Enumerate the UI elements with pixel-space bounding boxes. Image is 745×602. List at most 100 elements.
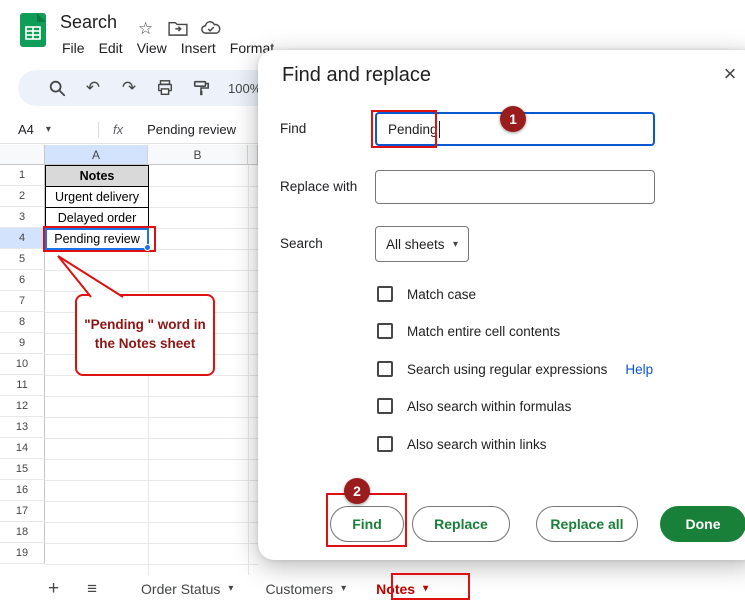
sheets-logo-icon[interactable] [20, 13, 46, 47]
option-row: Match case [377, 284, 476, 304]
row-header-3[interactable]: 3 [0, 207, 45, 228]
done-button[interactable]: Done [660, 506, 745, 542]
search-links-label: Also search within links [407, 436, 547, 452]
search-formulas-checkbox[interactable] [377, 398, 393, 414]
row-header-18[interactable]: 18 [0, 522, 45, 543]
option-row: Also search within formulas [377, 396, 571, 416]
row-header-9[interactable]: 9 [0, 333, 45, 354]
print-icon[interactable] [156, 79, 174, 97]
replace-input[interactable] [375, 170, 655, 204]
row-header-16[interactable]: 16 [0, 480, 45, 501]
option-row: Also search within links [377, 434, 547, 454]
gridline [45, 480, 258, 481]
cell-A1[interactable]: Notes [45, 165, 149, 187]
match-entire-cell-checkbox[interactable] [377, 323, 393, 339]
menu-insert[interactable]: Insert [181, 40, 216, 56]
gridline [45, 459, 258, 460]
annotation-box-find-button [326, 493, 407, 547]
tab-dropdown-icon: ▾ [228, 583, 234, 594]
menu-edit[interactable]: Edit [99, 40, 123, 56]
name-box[interactable]: A4 ▾ [0, 122, 98, 137]
match-case-checkbox[interactable] [377, 286, 393, 302]
tab-label: Order Status [141, 580, 221, 597]
fill-handle[interactable] [144, 244, 151, 251]
tab-dropdown-icon: ▾ [341, 583, 347, 594]
name-box-value: A4 [18, 122, 34, 137]
callout-line-1: "Pending " word in [84, 317, 206, 333]
annotation-box-notes-tab [391, 573, 470, 600]
row-header-1[interactable]: 1 [0, 165, 45, 186]
gridline [45, 417, 258, 418]
select-all-corner[interactable] [0, 145, 45, 165]
column-header-partial[interactable] [248, 145, 258, 165]
option-row: Match entire cell contents [377, 321, 560, 341]
match-case-label: Match case [407, 286, 477, 302]
replace-all-button[interactable]: Replace all [536, 506, 638, 542]
replace-label: Replace with [280, 179, 358, 194]
search-scope-dropdown[interactable]: All sheets ▾ [375, 226, 469, 262]
regex-checkbox[interactable] [377, 361, 393, 377]
gridline [45, 291, 258, 292]
row-header-10[interactable]: 10 [0, 354, 45, 375]
add-sheet-button[interactable]: + [48, 578, 59, 600]
row-header-17[interactable]: 17 [0, 501, 45, 522]
move-folder-icon[interactable] [168, 20, 188, 36]
cloud-status-icon[interactable] [200, 20, 222, 37]
gridline [248, 165, 249, 575]
row-header-15[interactable]: 15 [0, 459, 45, 480]
chevron-down-icon: ▾ [452, 238, 458, 250]
row-header-13[interactable]: 13 [0, 417, 45, 438]
row-header-19[interactable]: 19 [0, 543, 45, 564]
replace-button[interactable]: Replace [412, 506, 510, 542]
gridline [45, 501, 258, 502]
regex-label: Search using regular expressions [407, 361, 608, 377]
menu-view[interactable]: View [137, 40, 167, 56]
row-header-8[interactable]: 8 [0, 312, 45, 333]
all-sheets-menu-icon[interactable]: ≡ [87, 579, 97, 599]
gridline [45, 564, 258, 565]
row-header-14[interactable]: 14 [0, 438, 45, 459]
paint-format-icon[interactable] [192, 79, 210, 97]
row-header-11[interactable]: 11 [0, 375, 45, 396]
column-header-B[interactable]: B [148, 145, 248, 165]
annotation-callout: "Pending " word in the Notes sheet [75, 294, 215, 376]
sheet-tab-customers[interactable]: Customers ▾ [265, 581, 346, 597]
sheet-tab-order-status[interactable]: Order Status ▾ [141, 581, 233, 597]
annotation-box-cell-a4 [43, 226, 156, 252]
sheet-tab-bar: + ≡ Order Status ▾ Customers ▾ Notes ▾ [0, 575, 745, 602]
gridline [45, 438, 258, 439]
search-formulas-label: Also search within formulas [407, 398, 572, 414]
menu-file[interactable]: File [62, 40, 85, 56]
annotation-badge-2: 2 [344, 478, 370, 504]
row-header-6[interactable]: 6 [0, 270, 45, 291]
zoom-value: 100% [228, 80, 262, 96]
search-scope-value: All sheets [386, 236, 445, 252]
row-header-5[interactable]: 5 [0, 249, 45, 270]
gridline [45, 270, 258, 271]
column-header-A[interactable]: A [45, 145, 148, 165]
option-row: Search using regular expressions Help [377, 359, 653, 379]
gridline [45, 543, 258, 544]
find-label: Find [280, 121, 307, 136]
help-link[interactable]: Help [625, 362, 653, 377]
annotation-box-find-word [371, 110, 437, 148]
star-icon[interactable]: ☆ [138, 19, 153, 39]
fx-icon: fx [113, 122, 124, 137]
cell-A2[interactable]: Urgent delivery [45, 186, 149, 208]
undo-icon[interactable]: ↶ [84, 78, 102, 98]
close-button[interactable]: × [716, 60, 744, 88]
google-sheets-app: Search ☆ File Edit View Insert Format ↶ … [0, 0, 745, 602]
formula-input[interactable]: Pending review [147, 122, 236, 137]
row-header-4[interactable]: 4 [0, 228, 45, 249]
search-icon[interactable] [48, 79, 66, 97]
row-header-2[interactable]: 2 [0, 186, 45, 207]
search-links-checkbox[interactable] [377, 436, 393, 452]
row-header-7[interactable]: 7 [0, 291, 45, 312]
dialog-title: Find and replace [282, 64, 431, 86]
redo-icon[interactable]: ↷ [120, 78, 138, 98]
document-title[interactable]: Search [60, 12, 117, 33]
gridline [45, 396, 258, 397]
close-icon: × [723, 61, 737, 86]
row-header-12[interactable]: 12 [0, 396, 45, 417]
search-label: Search [280, 236, 323, 251]
